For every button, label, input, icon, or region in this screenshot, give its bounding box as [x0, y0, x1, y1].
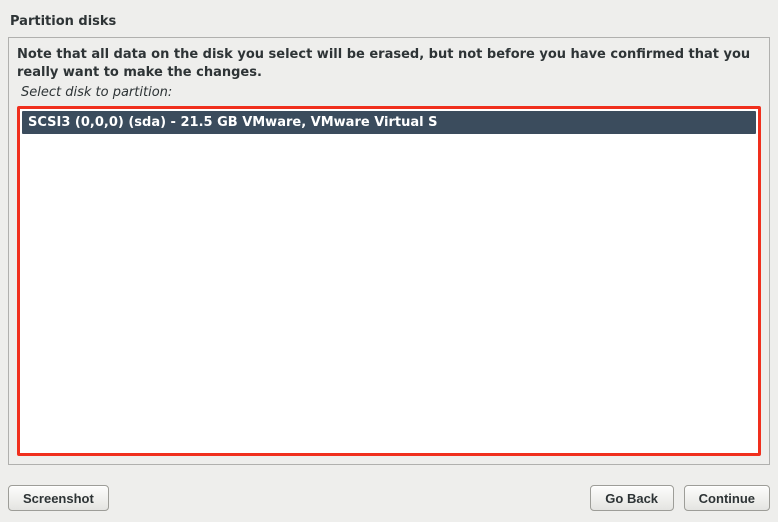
- continue-button[interactable]: Continue: [684, 485, 770, 511]
- screenshot-button[interactable]: Screenshot: [8, 485, 109, 511]
- page-title: Partition disks: [0, 0, 778, 37]
- disk-list: SCSI3 (0,0,0) (sda) - 21.5 GB VMware, VM…: [17, 106, 761, 456]
- select-disk-prompt: Select disk to partition:: [21, 85, 761, 100]
- bottom-right-group: Go Back Continue: [590, 485, 770, 511]
- disk-option-sda[interactable]: SCSI3 (0,0,0) (sda) - 21.5 GB VMware, VM…: [22, 111, 756, 134]
- main-frame: Note that all data on the disk you selec…: [8, 37, 770, 465]
- warning-note: Note that all data on the disk you selec…: [17, 46, 761, 81]
- partitioner-window: Partition disks Note that all data on th…: [0, 0, 778, 522]
- bottom-left-group: Screenshot: [8, 485, 109, 511]
- go-back-button[interactable]: Go Back: [590, 485, 674, 511]
- bottom-button-bar: Screenshot Go Back Continue: [8, 484, 770, 512]
